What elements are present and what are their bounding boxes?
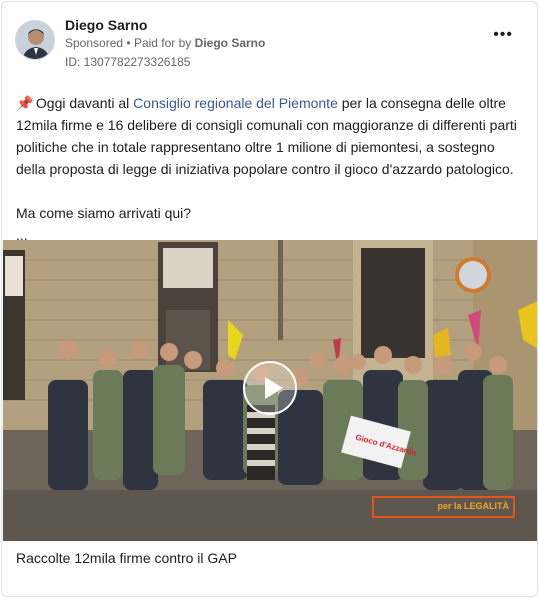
paid-for-by-label: Paid for by bbox=[133, 36, 192, 50]
legal-overlay-label: per la LEGALITÀ bbox=[437, 501, 509, 511]
play-icon[interactable] bbox=[243, 361, 297, 415]
paid-for-by-name: Diego Sarno bbox=[194, 36, 266, 50]
post-text: 📌 Oggi davanti al Consiglio regionale de… bbox=[16, 92, 528, 246]
separator-dot: • bbox=[126, 36, 134, 50]
council-link[interactable]: Consiglio regionale del Piemonte bbox=[133, 95, 338, 111]
text-part-1: Oggi davanti al bbox=[32, 95, 134, 111]
post-paragraph-2: Ma come siamo arrivati qui? bbox=[16, 205, 192, 221]
ad-id: ID: 1307782273326185 bbox=[65, 55, 191, 69]
pushpin-icon: 📌 bbox=[16, 95, 34, 111]
avatar[interactable] bbox=[15, 20, 55, 60]
legal-overlay-box: per la LEGALITÀ bbox=[372, 496, 515, 518]
author-name[interactable]: Diego Sarno bbox=[65, 17, 147, 33]
post-paragraph-1: 📌 Oggi davanti al Consiglio regionale de… bbox=[16, 92, 528, 180]
sponsored-label: Sponsored bbox=[65, 36, 124, 50]
sponsored-line: Sponsored • Paid for by Diego Sarno bbox=[65, 36, 265, 50]
post-header: Diego Sarno Sponsored • Paid for by Dieg… bbox=[15, 14, 523, 74]
more-options-icon[interactable]: ••• bbox=[493, 27, 513, 43]
video-caption[interactable]: Raccolte 12mila firme contro il GAP bbox=[16, 550, 237, 566]
ad-post-card: Diego Sarno Sponsored • Paid for by Dieg… bbox=[1, 1, 538, 597]
video-thumbnail[interactable]: Gioco d'Azzardo per la LEGALITÀ bbox=[3, 240, 537, 541]
